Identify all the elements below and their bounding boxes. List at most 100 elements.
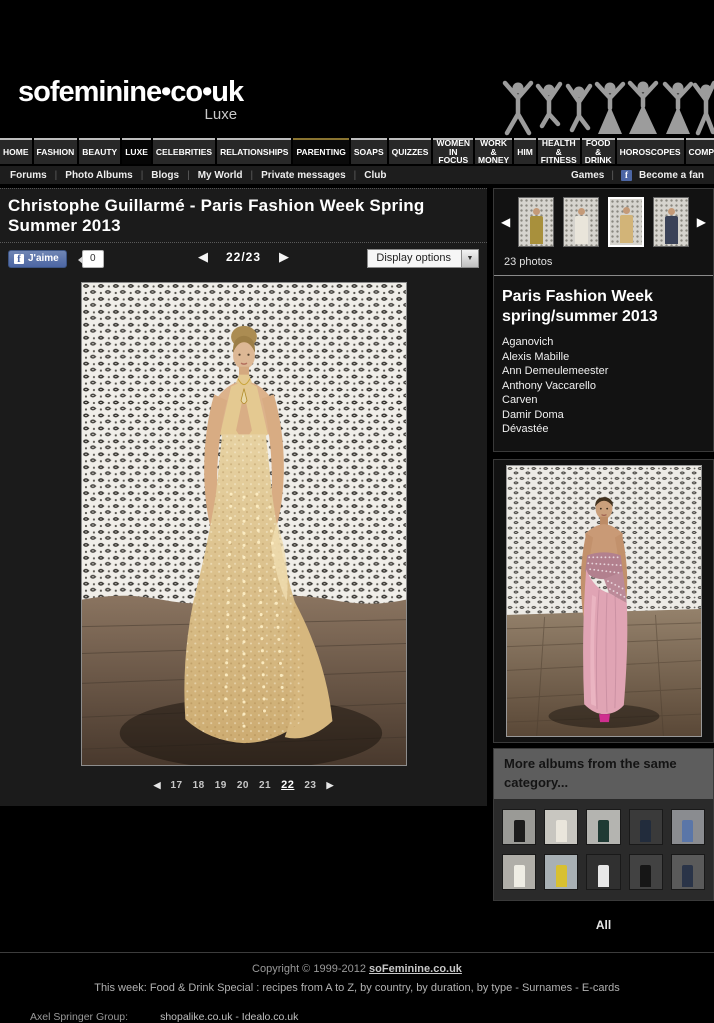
group-links[interactable]: shopalike.co.uk - Idealo.co.uk	[160, 1011, 298, 1023]
nav-item[interactable]: FOOD & DRINK	[582, 138, 615, 164]
subnav-item[interactable]: Forums	[10, 170, 47, 181]
nav-item[interactable]: CELEBRITIES	[153, 138, 215, 164]
nav-item[interactable]: COMPS	[686, 138, 714, 164]
page-number[interactable]: 23	[304, 780, 316, 791]
group-label: Axel Springer Group:	[30, 1011, 128, 1023]
site-logo[interactable]: sofeminine•co•uk Luxe	[18, 76, 243, 123]
album-thumbnail[interactable]	[586, 809, 620, 845]
next-photo-arrow-icon[interactable]: ▶	[279, 249, 289, 265]
carousel-thumbnail[interactable]	[518, 197, 554, 247]
page-number[interactable]: 18	[193, 780, 205, 791]
album-thumbnail[interactable]	[502, 809, 536, 845]
thumbnail-figure-head	[533, 208, 540, 215]
sub-nav: ForumsPhoto AlbumsBlogsMy WorldPrivate m…	[0, 164, 714, 184]
thumbnail-figure-head	[668, 208, 675, 215]
subnav-item[interactable]: Blogs	[133, 170, 179, 181]
nav-item[interactable]: BEAUTY	[79, 138, 120, 164]
page-number[interactable]: 22	[281, 779, 294, 791]
thumbnail-figure-head	[578, 208, 585, 215]
subnav-item[interactable]: Club	[346, 170, 387, 181]
nav-item[interactable]: SOAPS	[351, 138, 387, 164]
designer-link[interactable]: Dévastée	[502, 422, 705, 437]
nav-item[interactable]: HIM	[514, 138, 536, 164]
album-thumbnail[interactable]	[544, 854, 578, 890]
gallery-title: Christophe Guillarmé - Paris Fashion Wee…	[0, 189, 487, 243]
facebook-icon: f	[14, 254, 24, 264]
thumbnail-figure-dress	[530, 216, 543, 244]
subnav-item[interactable]: Private messages	[243, 170, 346, 181]
site-header: sofeminine•co•uk Luxe	[0, 0, 714, 138]
designer-list: AganovichAlexis MabilleAnn Demeulemeeste…	[502, 335, 705, 437]
nav-item[interactable]: LUXE	[122, 138, 151, 164]
album-thumbnail[interactable]	[544, 809, 578, 845]
album-figure-dress	[598, 865, 609, 887]
page: sofeminine•co•uk Luxe	[0, 0, 714, 1000]
nav-item[interactable]: HEALTH & FITNESS	[538, 138, 580, 164]
designer-link[interactable]: Damir Doma	[502, 408, 705, 423]
copyright-text: Copyright © 1999-2012	[252, 963, 369, 975]
designer-link[interactable]: Aganovich	[502, 335, 705, 350]
subnav-item[interactable]: My World	[179, 170, 242, 181]
album-thumbnail[interactable]	[586, 854, 620, 890]
nav-item[interactable]: HOME	[0, 138, 32, 164]
display-options-select[interactable]: Display options ▼	[367, 249, 479, 268]
nav-item[interactable]: FASHION	[34, 138, 78, 164]
gallery-panel: Christophe Guillarmé - Paris Fashion Wee…	[0, 188, 487, 806]
main-photo[interactable]	[81, 282, 407, 766]
become-fan-link[interactable]: Become a fan	[639, 170, 704, 181]
nav-item[interactable]: QUIZZES	[389, 138, 432, 164]
carousel-thumbnail[interactable]	[563, 197, 599, 247]
page-number[interactable]: 19	[215, 780, 227, 791]
thumbnail-figure-dress	[620, 215, 633, 243]
album-thumbnail[interactable]	[671, 809, 705, 845]
display-options-label: Display options	[368, 250, 461, 267]
album-thumbnail[interactable]	[629, 809, 663, 845]
photo-pagination: ◀ 17 18 19 20 21 22 23 ▶	[0, 766, 487, 806]
page-number-list: 17 18 19 20 21 22 23	[166, 780, 322, 791]
divider	[494, 275, 713, 276]
carousel-next-arrow-icon[interactable]: ▶	[696, 215, 707, 229]
designer-link[interactable]: Ann Demeulemeester	[502, 364, 705, 379]
facebook-like-button[interactable]: f J'aime	[8, 250, 67, 268]
prev-photo-arrow-icon[interactable]: ◀	[198, 249, 208, 265]
nav-item[interactable]: RELATIONSHIPS	[217, 138, 291, 164]
dropdown-arrow-icon[interactable]: ▼	[461, 250, 478, 267]
sidebar-photo[interactable]	[493, 459, 714, 743]
designer-link[interactable]: Anthony Vaccarello	[502, 379, 705, 394]
nav-item[interactable]: WOMEN IN FOCUS	[433, 138, 473, 164]
carousel-row: ◀	[500, 197, 707, 247]
album-figure-dress	[640, 865, 651, 887]
album-carousel-box: ◀	[493, 188, 714, 452]
album-thumbnail[interactable]	[629, 854, 663, 890]
sofeminine-link[interactable]: soFeminine.co.uk	[369, 963, 462, 975]
carousel-thumbnail[interactable]	[608, 197, 644, 247]
nav-item[interactable]: PARENTING	[293, 138, 348, 164]
main-nav: HOMEFASHIONBEAUTYLUXECELEBRITIESRELATION…	[0, 138, 714, 164]
photo-pager: ◀ 22/23 ▶	[198, 249, 289, 265]
page-number[interactable]: 21	[259, 780, 271, 791]
photos-count: 23 photos	[504, 256, 707, 268]
nav-item[interactable]: WORK & MONEY	[475, 138, 512, 164]
this-week-line[interactable]: This week: Food & Drink Special : recipe…	[0, 982, 714, 994]
album-figure-dress	[598, 820, 609, 842]
subnav-item[interactable]: Photo Albums	[47, 170, 133, 181]
prev-page-arrow-icon[interactable]: ◀	[154, 780, 161, 790]
album-title: Paris Fashion Week spring/summer 2013	[502, 287, 705, 327]
page-number[interactable]: 17	[171, 780, 183, 791]
page-number[interactable]: 20	[237, 780, 249, 791]
album-figure-dress	[640, 820, 651, 842]
album-figure-dress	[514, 865, 525, 887]
designer-link[interactable]: Carven	[502, 393, 705, 408]
games-link[interactable]: Games	[571, 170, 604, 181]
subnav-right: Games | f Become a fan	[571, 170, 704, 181]
thumbnail-figure-dress	[575, 216, 588, 244]
carousel-thumbnail[interactable]	[653, 197, 689, 247]
album-thumbnail[interactable]	[502, 854, 536, 890]
all-albums-link[interactable]: All	[493, 918, 714, 932]
carousel-prev-arrow-icon[interactable]: ◀	[500, 215, 511, 229]
nav-item[interactable]: HOROSCOPES	[617, 138, 684, 164]
next-page-arrow-icon[interactable]: ▶	[327, 780, 334, 790]
separator: |	[611, 170, 614, 181]
designer-link[interactable]: Alexis Mabille	[502, 350, 705, 365]
album-thumbnail[interactable]	[671, 854, 705, 890]
